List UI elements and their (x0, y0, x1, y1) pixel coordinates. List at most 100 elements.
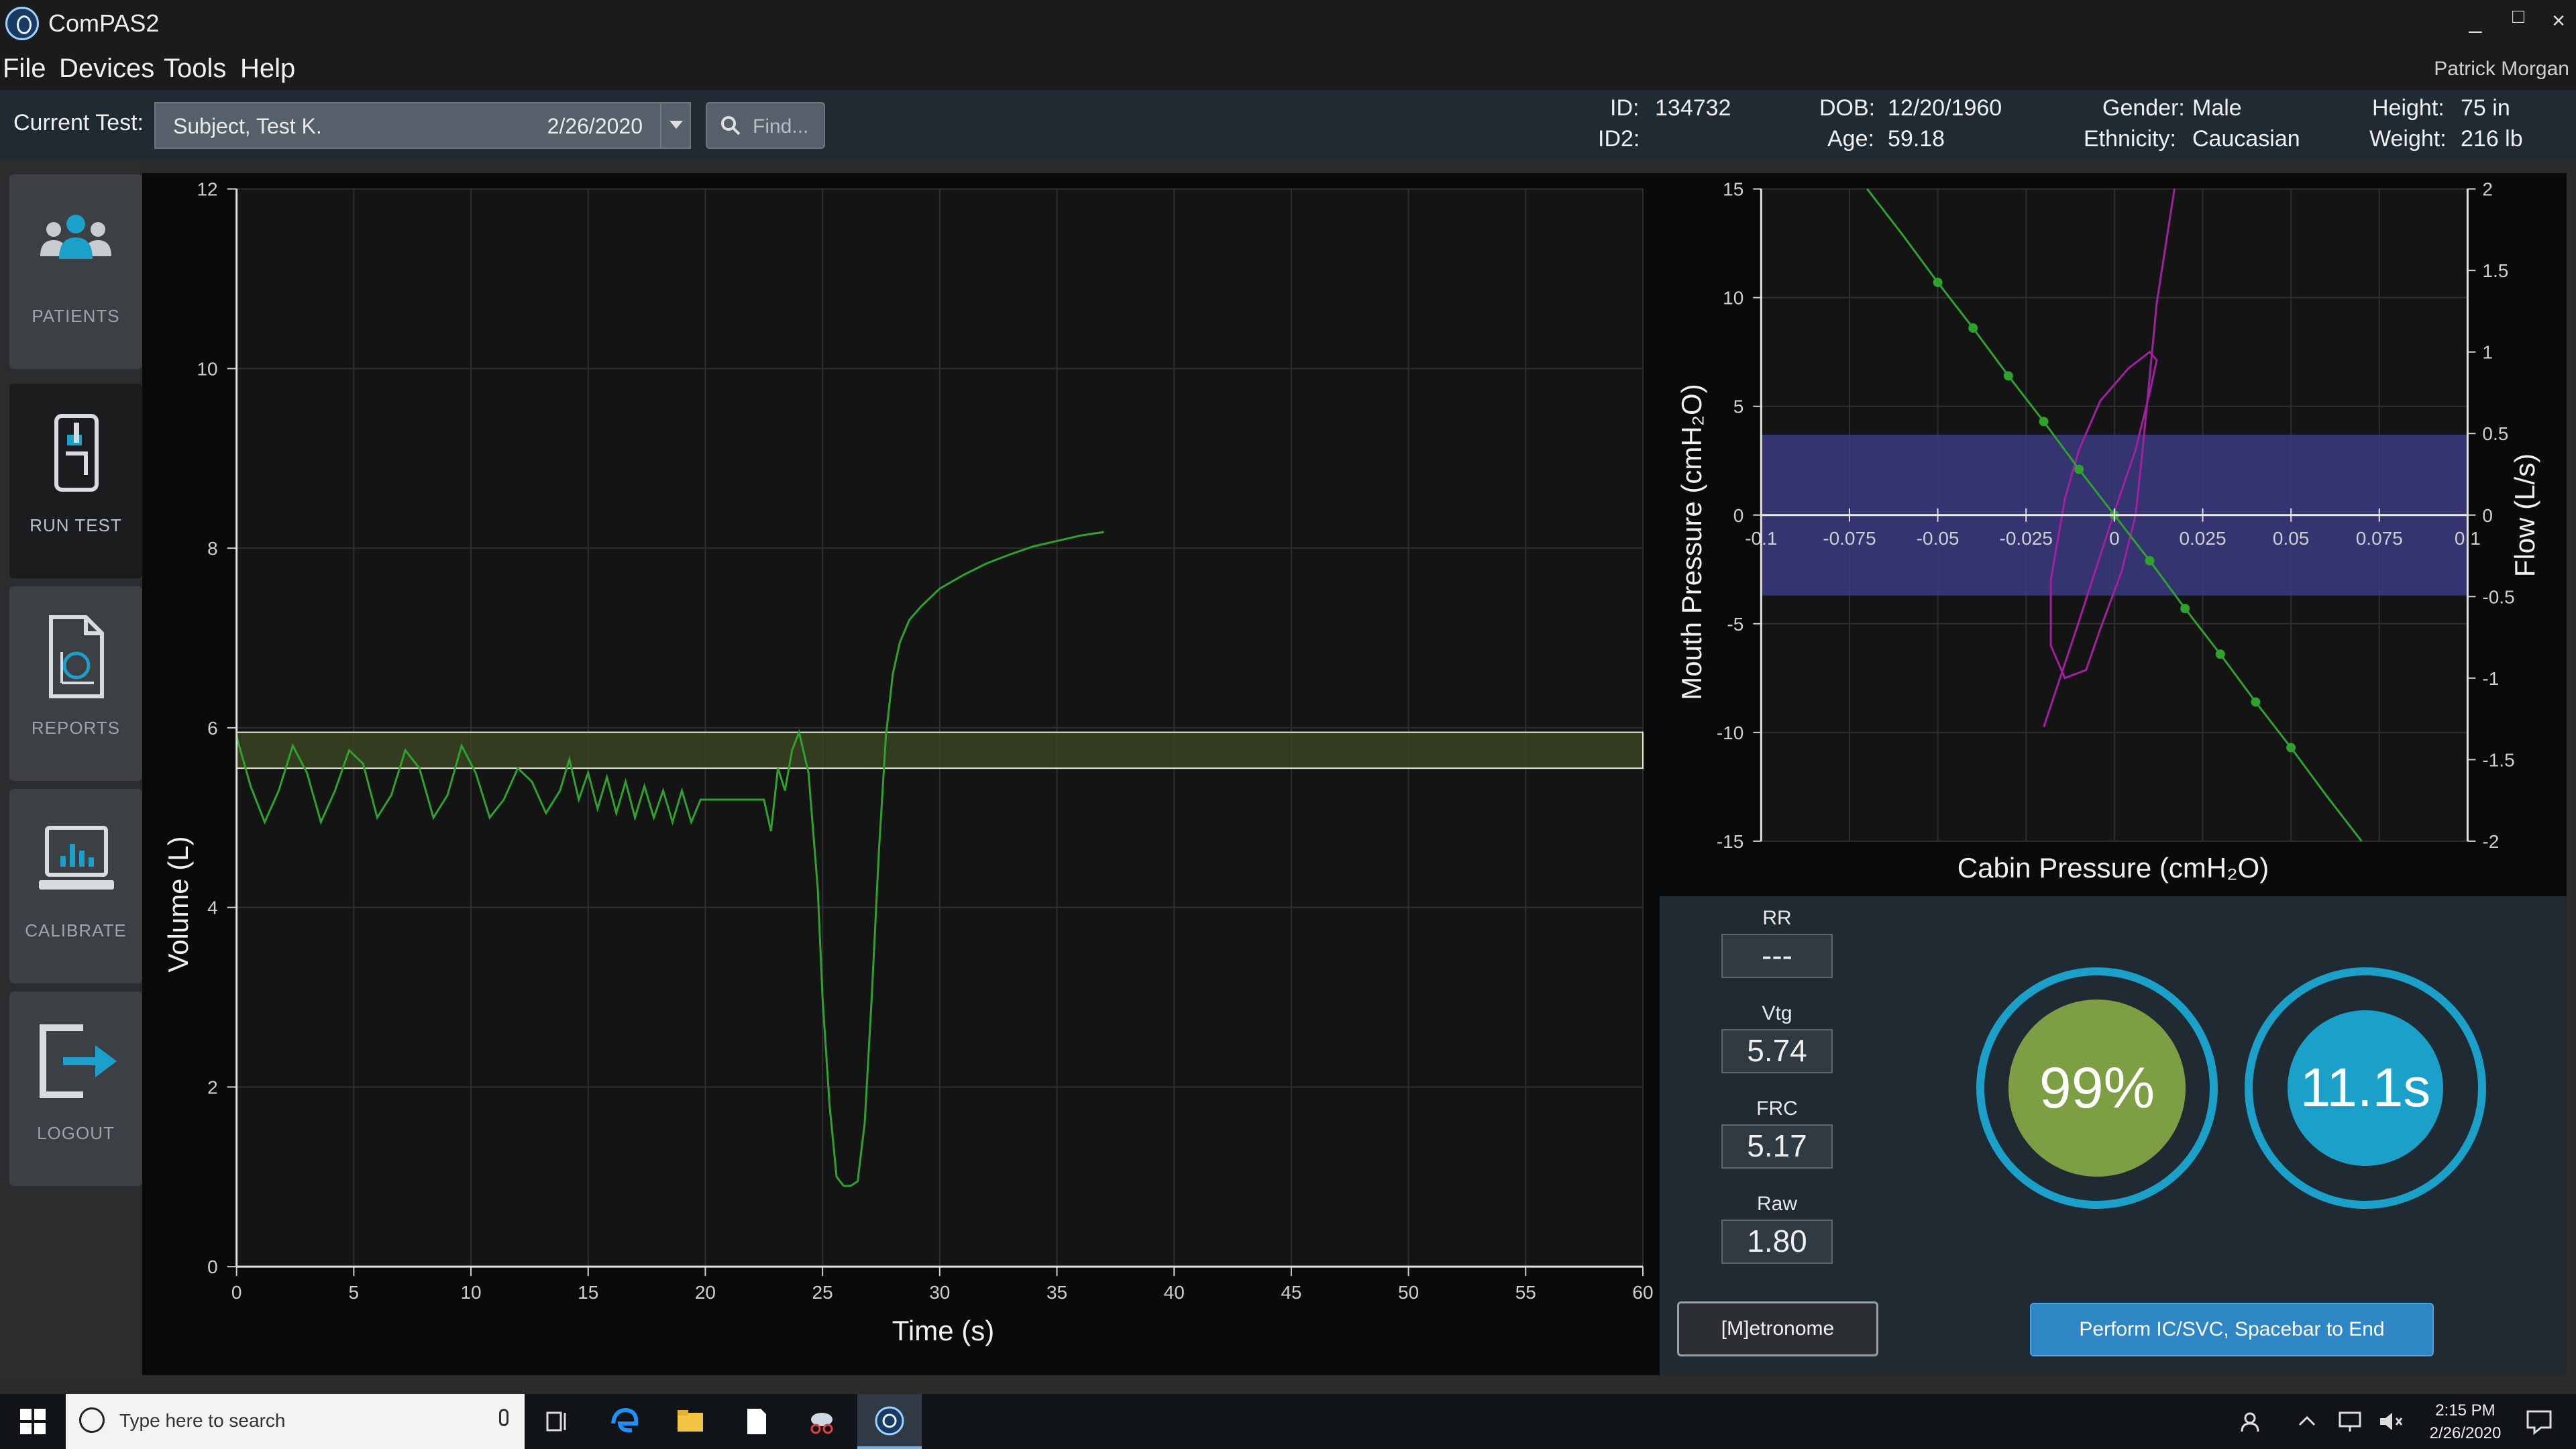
mouth-pressure-point (2074, 464, 2084, 474)
gender-label: Gender: (2102, 95, 2185, 121)
patient-gender: Male (2192, 95, 2242, 121)
clock-time: 2:15 PM (2435, 1401, 2496, 1419)
people-icon[interactable] (2238, 1406, 2269, 1437)
windows-start-icon[interactable] (17, 1406, 48, 1437)
taskbar-search-input[interactable]: Type here to search (66, 1394, 525, 1449)
search-icon (721, 116, 741, 136)
quality-value: 99% (2008, 1000, 2186, 1177)
x-tick-label: 40 (1164, 1282, 1185, 1303)
y2-tick-label: 0 (2482, 505, 2493, 526)
flow-axis-title: Flow (L/s) (2509, 453, 2540, 577)
taskbar-search-placeholder: Type here to search (119, 1410, 286, 1431)
y-tick-label: 12 (197, 179, 217, 200)
sidebar-item-run-test[interactable]: RUN TEST (9, 384, 142, 578)
volume-time-chart: 0 5 10 15 20 25 30 35 40 45 50 55 60 0 2 4 6 8 10 12 Time (… (162, 179, 1654, 1346)
x-tick-label: -0.05 (1917, 528, 1960, 549)
sidebar-label-logout: LOGOUT (37, 1123, 115, 1143)
mouth-pressure-point (2003, 371, 2013, 381)
test-date: 2/26/2020 (547, 114, 643, 138)
mouth-pressure-point (2039, 417, 2049, 427)
menu-tools[interactable]: Tools (164, 54, 226, 84)
menu-devices[interactable]: Devices (59, 54, 154, 84)
close-button[interactable]: × (2542, 8, 2575, 34)
id2-label: ID2: (1598, 126, 1640, 152)
current-test-select[interactable]: Subject, Test K. 2/26/2020 (154, 102, 691, 149)
y-tick-label: 0 (207, 1256, 218, 1277)
perform-ic-svc-button[interactable]: Perform IC/SVC, Spacebar to End (2030, 1303, 2434, 1356)
snipping-tool-icon[interactable] (806, 1406, 837, 1437)
x-tick-label: 5 (349, 1282, 360, 1303)
find-placeholder: Find... (753, 115, 809, 138)
ethnicity-label: Ethnicity: (2084, 126, 2176, 152)
maximize-button[interactable]: □ (2502, 5, 2534, 28)
rr-value: --- (1721, 934, 1833, 978)
mouth-pressure-point (2180, 604, 2190, 614)
compas2-app-icon (875, 1406, 904, 1436)
sidebar-item-calibrate[interactable]: CALIBRATE (9, 789, 142, 983)
chevron-up-icon[interactable] (2292, 1406, 2322, 1437)
app-logo-icon (5, 7, 39, 40)
y-axis-title: Volume (L) (162, 836, 194, 972)
mouth-pressure-point (2251, 697, 2261, 707)
vtg-value: 5.74 (1721, 1029, 1833, 1073)
sidebar-label-run-test: RUN TEST (30, 515, 122, 535)
y-tick-label: 8 (207, 538, 218, 559)
y-tick-label: -15 (1717, 831, 1743, 852)
patient-ethnicity: Caucasian (2192, 126, 2300, 152)
menu-help[interactable]: Help (240, 54, 295, 84)
sidebar-item-patients[interactable]: PATIENTS (9, 174, 142, 369)
cabin-pressure-axis-title: Cabin Pressure (cmH₂O) (1957, 852, 2269, 883)
x-tick-label: 55 (1515, 1282, 1536, 1303)
id-label: ID: (1610, 95, 1640, 121)
file-explorer-icon[interactable] (675, 1406, 706, 1437)
network-icon[interactable] (2334, 1406, 2365, 1437)
clock-date: 2/26/2020 (2429, 1424, 2502, 1442)
x-tick-label: 10 (460, 1282, 481, 1303)
microphone-icon[interactable] (499, 1409, 508, 1426)
x-tick-label: 0.025 (2179, 528, 2226, 549)
x-tick-label: 30 (929, 1282, 950, 1303)
sidebar: PATIENTS RUN TEST REPORTS CALIBRATE LOGO… (0, 160, 142, 1379)
mouth-pressure-point (2215, 649, 2225, 659)
sidebar-item-reports[interactable]: REPORTS (9, 586, 142, 781)
rr-label: RR (1762, 907, 1792, 929)
frc-label: FRC (1756, 1097, 1798, 1120)
patient-height: 75 in (2461, 95, 2510, 121)
app-title: ComPAS2 (48, 9, 160, 37)
target-volume-band (235, 731, 1644, 769)
minimize-button[interactable]: _ (2459, 8, 2491, 34)
timer-gauge: 11.1s (2245, 967, 2486, 1209)
current-test-label: Current Test: (13, 110, 144, 136)
x-tick-label: 15 (578, 1282, 598, 1303)
menu-file[interactable]: File (3, 54, 46, 84)
chevron-down-icon[interactable] (660, 103, 690, 148)
edge-browser-icon[interactable] (609, 1406, 640, 1437)
test-info-bar: Current Test: Subject, Test K. 2/26/2020… (0, 90, 2576, 160)
task-view-icon[interactable] (542, 1406, 573, 1437)
pressure-loop-panel: -0.1 -0.075 -0.05 -0.025 0 0.025 0.05 0.075 0.1-… (1660, 173, 2567, 896)
x-tick-label: 50 (1398, 1282, 1419, 1303)
y2-tick-label: -1 (2482, 668, 2499, 689)
mouth-pressure-point (1968, 323, 1978, 333)
x-tick-label: 20 (695, 1282, 716, 1303)
y2-tick-label: -1.5 (2482, 749, 2514, 770)
y-tick-label: 4 (207, 898, 218, 918)
compas2-taskbar-button[interactable] (857, 1394, 922, 1449)
y-tick-label: -10 (1717, 722, 1743, 743)
sidebar-item-logout[interactable]: LOGOUT (9, 991, 142, 1186)
sidebar-label-calibrate: CALIBRATE (25, 920, 127, 941)
y-tick-label: 10 (1723, 288, 1743, 309)
windows-taskbar: Type here to search 2:15 PM 2/26/2020 (0, 1394, 2576, 1449)
calibrate-icon (39, 826, 114, 890)
vtg-label: Vtg (1762, 1002, 1792, 1024)
y-tick-label: 2 (207, 1077, 218, 1097)
taskbar-clock[interactable]: 2:15 PM 2/26/2020 (2422, 1399, 2509, 1445)
find-input[interactable]: Find... (706, 102, 825, 149)
metronome-button[interactable]: [M]etronome (1677, 1301, 1878, 1356)
timer-value: 11.1s (2288, 1010, 2443, 1166)
notifications-icon[interactable] (2524, 1406, 2555, 1437)
y-tick-label: 0 (1733, 505, 1744, 526)
document-icon[interactable] (741, 1406, 771, 1437)
patient-age: 59.18 (1888, 126, 1945, 152)
volume-muted-icon[interactable] (2375, 1406, 2406, 1437)
